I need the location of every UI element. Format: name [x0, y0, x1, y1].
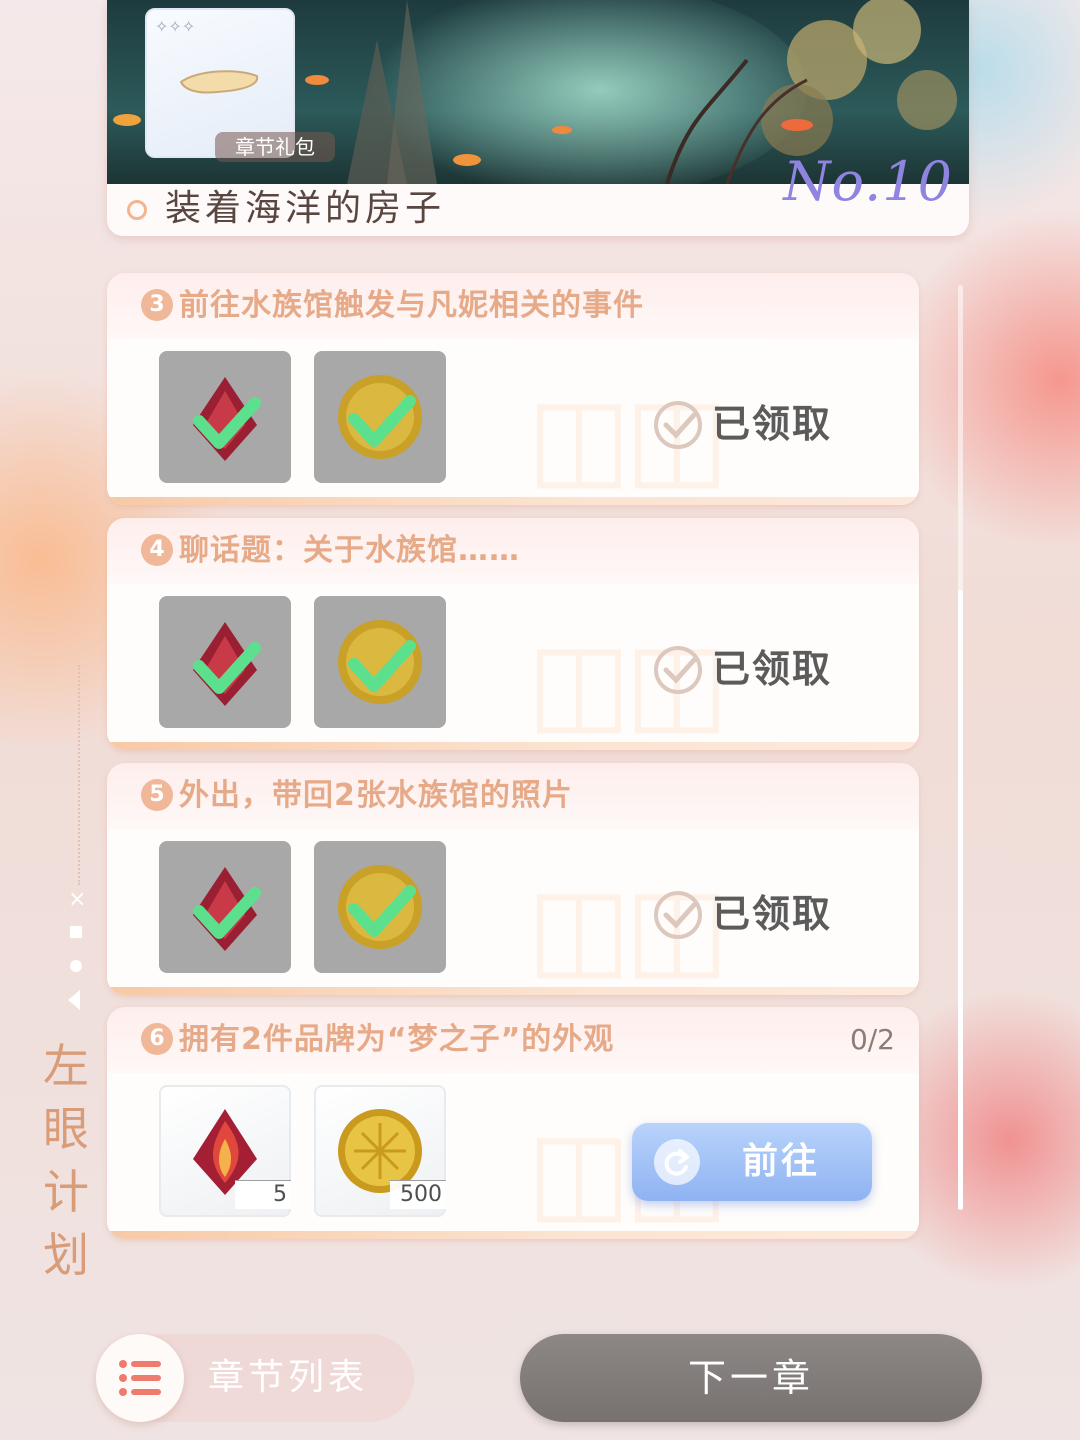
task-description: 拥有2件品牌为“梦之子”的外观 [179, 1022, 615, 1057]
task-card-3: ◫◫ 3 前往水族馆触发与凡妮相关的事件 已领取 [107, 273, 919, 505]
reward-gold-coin[interactable] [314, 596, 446, 728]
reward-quantity: 5 [235, 1180, 291, 1209]
reward-red-crystal[interactable] [159, 841, 291, 973]
side-decoration-icon: × [68, 887, 86, 1010]
claimed-label: 已领取 [712, 892, 833, 936]
claimed-check-icon [654, 891, 702, 939]
task-description: 聊话题：关于水族馆…… [179, 533, 520, 568]
task-description: 外出，带回2张水族馆的照片 [179, 778, 573, 813]
reward-red-crystal[interactable]: 5 [159, 1085, 291, 1217]
reward-gold-coin[interactable] [314, 351, 446, 483]
next-chapter-label: 下一章 [687, 1356, 814, 1400]
scrollbar-thumb[interactable] [958, 590, 963, 1210]
reward-red-crystal[interactable] [159, 596, 291, 728]
claimed-label: 已领取 [712, 402, 833, 446]
reward-gold-coin[interactable]: 500 [314, 1085, 446, 1217]
go-button-label: 前往 [742, 1141, 821, 1182]
redirect-icon [654, 1139, 700, 1185]
task-description: 前往水族馆触发与凡妮相关的事件 [179, 288, 644, 323]
task-number: 5 [141, 779, 173, 811]
chapter-banner: ✧✧✧ 章节礼包 装着海洋的房子 No.10 [107, 0, 969, 236]
task-card-6: ◫◫ 6 拥有2件品牌为“梦之子”的外观 0/2 5 500 前往 [107, 1007, 919, 1239]
task-number: 3 [141, 289, 173, 321]
claimed-check-icon [654, 401, 702, 449]
task-card-5: ◫◫ 5 外出，带回2张水族馆的照片 已领取 [107, 763, 919, 995]
side-divider [78, 665, 80, 885]
reward-quantity: 500 [390, 1180, 446, 1209]
task-number: 4 [141, 534, 173, 566]
reward-red-crystal[interactable] [159, 351, 291, 483]
chapter-bullet-icon [127, 200, 147, 220]
next-chapter-button[interactable]: 下一章 [520, 1334, 982, 1422]
svg-text:✧✧✧: ✧✧✧ [155, 17, 195, 36]
svg-text:×: × [68, 887, 86, 912]
list-icon-circle [96, 1334, 184, 1422]
chapter-title: 装着海洋的房子 [165, 188, 446, 229]
side-title: 左眼计划 [43, 1039, 89, 1282]
claimed-check-icon [654, 646, 702, 694]
gift-label: 章节礼包 [215, 132, 335, 162]
reward-gold-coin[interactable] [314, 841, 446, 973]
task-card-4: ◫◫ 4 聊话题：关于水族馆…… 已领取 [107, 518, 919, 750]
task-number: 6 [141, 1023, 173, 1055]
go-button[interactable]: 前往 [632, 1123, 872, 1201]
task-progress: 0/2 [849, 1023, 895, 1056]
list-icon [119, 1360, 161, 1396]
chapter-list-label: 章节列表 [208, 1357, 369, 1398]
claimed-label: 已领取 [712, 647, 833, 691]
chapter-number: No.10 [783, 150, 953, 213]
task-list-scrollbar[interactable] [958, 285, 963, 1210]
chapter-list-button[interactable]: 章节列表 [96, 1334, 414, 1422]
